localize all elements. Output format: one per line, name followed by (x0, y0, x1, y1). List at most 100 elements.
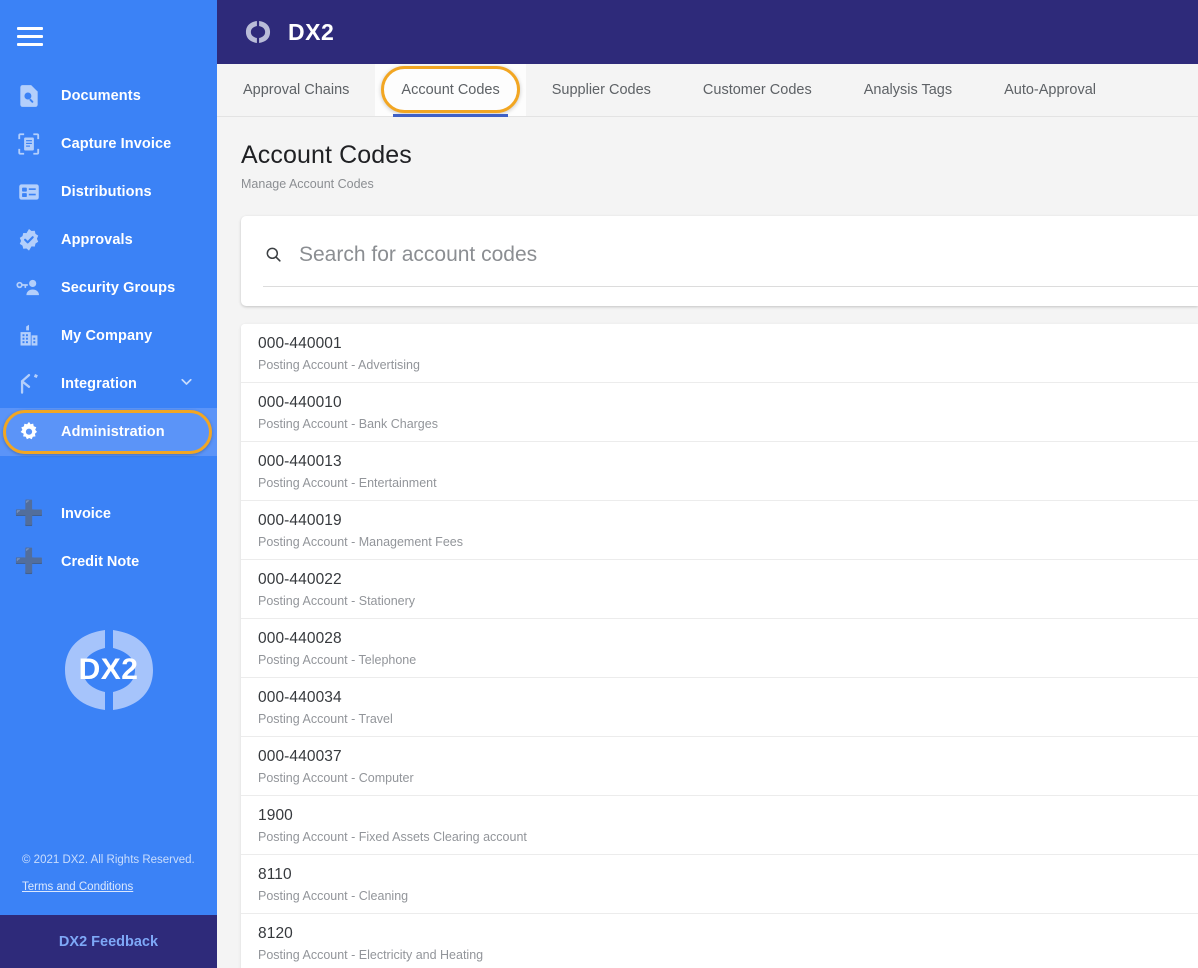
tab-label: Auto-Approval (1004, 82, 1096, 98)
sidebar-item-my-company[interactable]: My Company (0, 312, 217, 360)
tab-customer-codes[interactable]: Customer Codes (677, 64, 838, 116)
account-code: 000-440028 (258, 629, 342, 647)
account-code: 000-440022 (258, 570, 342, 588)
tab-auto-approval[interactable]: Auto-Approval (978, 64, 1122, 116)
table-row[interactable]: 000-440001 Posting Account - Advertising (241, 324, 1198, 383)
sidebar: Documents Capture Invoice Distributions … (0, 0, 217, 968)
table-row[interactable]: 000-440037 Posting Account - Computer (241, 737, 1198, 796)
table-row[interactable]: 1900 Posting Account - Fixed Assets Clea… (241, 796, 1198, 855)
sidebar-item-integration[interactable]: Integration (0, 360, 217, 408)
account-code: 000-440037 (258, 747, 342, 765)
account-codes-list: 000-440001 Posting Account - Advertising… (241, 324, 1198, 968)
sidebar-logo: DX2 (0, 618, 217, 722)
document-scan-icon (14, 129, 44, 159)
table-row[interactable]: 000-440013 Posting Account - Entertainme… (241, 442, 1198, 501)
tab-account-codes[interactable]: Account Codes (375, 64, 526, 117)
account-description: Posting Account - Advertising (258, 357, 420, 372)
tab-analysis-tags[interactable]: Analysis Tags (838, 64, 978, 116)
plus-icon: ➕ (14, 500, 44, 527)
page-title: Account Codes (241, 141, 412, 169)
tab-bar: Approval Chains Account Codes Supplier C… (217, 64, 1198, 117)
tab-approval-chains[interactable]: Approval Chains (217, 64, 375, 116)
table-row[interactable]: 000-440010 Posting Account - Bank Charge… (241, 383, 1198, 442)
terms-and-conditions-link[interactable]: Terms and Conditions (22, 881, 133, 893)
plus-icon: ➕ (14, 548, 44, 575)
list-card-icon (14, 177, 44, 207)
sidebar-item-label: Capture Invoice (61, 136, 172, 152)
create-invoice-button[interactable]: ➕ Invoice (0, 490, 217, 538)
hamburger-line (17, 42, 43, 46)
sidebar-item-label: Distributions (61, 184, 152, 200)
account-description: Posting Account - Stationery (258, 593, 416, 608)
account-description: Posting Account - Entertainment (258, 475, 437, 490)
hamburger-line (17, 26, 43, 30)
table-row[interactable]: 000-440028 Posting Account - Telephone (241, 619, 1198, 678)
copyright-text: © 2021 DX2. All Rights Reserved. (22, 854, 195, 866)
page-subtitle: Manage Account Codes (241, 177, 374, 191)
hamburger-line (17, 34, 43, 38)
header-brand: DX2 (241, 15, 334, 49)
page-header: Account Codes Manage Account Codes (217, 117, 1198, 191)
gear-icon (14, 417, 44, 447)
sidebar-item-label: Administration (61, 424, 165, 440)
dx2-parentheses-logo (241, 15, 275, 49)
chevron-down-icon[interactable] (178, 373, 195, 395)
sidebar-item-security-groups[interactable]: Security Groups (0, 264, 217, 312)
branch-merge-icon (14, 369, 44, 399)
main-area: DX2 Approval Chains Account Codes Suppli… (217, 0, 1198, 968)
account-description: Posting Account - Fixed Assets Clearing … (258, 829, 527, 844)
table-row[interactable]: 8120 Posting Account - Electricity and H… (241, 914, 1198, 968)
account-code: 000-440001 (258, 334, 342, 352)
office-building-icon (14, 321, 44, 351)
tab-label: Approval Chains (243, 82, 350, 98)
table-row[interactable]: 000-440034 Posting Account - Travel (241, 678, 1198, 737)
sidebar-item-distributions[interactable]: Distributions (0, 168, 217, 216)
create-credit-note-button[interactable]: ➕ Credit Note (0, 538, 217, 586)
sidebar-item-approvals[interactable]: Approvals (0, 216, 217, 264)
table-row[interactable]: 000-440022 Posting Account - Stationery (241, 560, 1198, 619)
tab-label: Supplier Codes (551, 82, 651, 98)
sidebar-item-capture-invoice[interactable]: Capture Invoice (0, 120, 217, 168)
search-card (241, 216, 1198, 306)
sidebar-quick-actions: ➕ Invoice ➕ Credit Note (0, 490, 217, 586)
app-root: Documents Capture Invoice Distributions … (0, 0, 1198, 968)
table-row[interactable]: 8110 Posting Account - Cleaning (241, 855, 1198, 914)
account-description: Posting Account - Telephone (258, 652, 417, 667)
account-description: Posting Account - Travel (258, 711, 393, 726)
account-code: 000-440019 (258, 511, 342, 529)
dx2-parentheses-logo: DX2 (47, 620, 171, 720)
table-row[interactable]: 000-440019 Posting Account - Management … (241, 501, 1198, 560)
badge-check-icon (14, 225, 44, 255)
header-brand-name: DX2 (288, 18, 335, 45)
tab-label: Account Codes (401, 82, 500, 98)
search-icon (263, 245, 283, 264)
dx2-feedback-button[interactable]: DX2 Feedback (0, 915, 217, 968)
tab-supplier-codes[interactable]: Supplier Codes (526, 64, 677, 116)
hamburger-icon[interactable] (8, 14, 52, 58)
sidebar-item-label: My Company (61, 328, 153, 344)
tab-label: Customer Codes (702, 82, 812, 98)
sidebar-legal: © 2021 DX2. All Rights Reserved. Terms a… (0, 854, 217, 915)
search-input[interactable] (299, 242, 1176, 267)
account-code: 8110 (258, 865, 292, 883)
top-header: DX2 (217, 0, 1198, 64)
search-row (263, 242, 1176, 280)
account-code: 000-440010 (258, 393, 342, 411)
account-description: Posting Account - Cleaning (258, 888, 409, 903)
account-description: Posting Account - Bank Charges (258, 416, 438, 431)
sidebar-item-label: Documents (61, 88, 141, 104)
sidebar-item-administration[interactable]: Administration (0, 408, 217, 456)
document-search-icon (14, 81, 44, 111)
account-description: Posting Account - Computer (258, 770, 414, 785)
sidebar-logo-text: DX2 (78, 653, 139, 686)
sidebar-item-label: Integration (61, 376, 138, 392)
account-code: 1900 (258, 806, 293, 824)
account-description: Posting Account - Electricity and Heatin… (258, 948, 484, 962)
sidebar-item-label: Approvals (61, 232, 133, 248)
create-credit-note-label: Credit Note (61, 554, 140, 570)
account-code: 000-440034 (258, 688, 342, 706)
sidebar-item-label: Security Groups (61, 280, 176, 296)
tab-label: Analysis Tags (863, 82, 953, 98)
sidebar-nav: Documents Capture Invoice Distributions … (0, 72, 217, 456)
sidebar-item-documents[interactable]: Documents (0, 72, 217, 120)
